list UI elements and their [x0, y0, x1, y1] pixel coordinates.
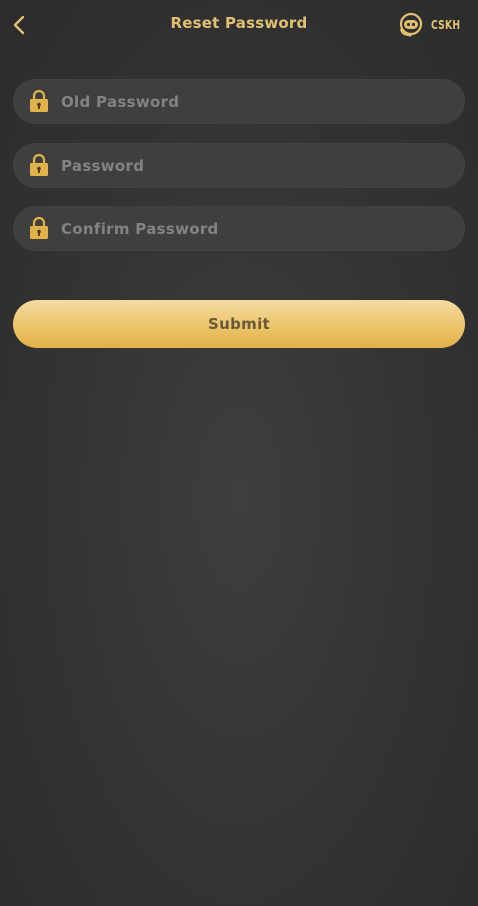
- old-password-field[interactable]: [13, 79, 465, 124]
- confirm-password-input[interactable]: [59, 206, 449, 251]
- headset-bot-icon: [400, 12, 423, 37]
- lock-icon: [30, 216, 48, 239]
- submit-button[interactable]: Submit: [13, 300, 465, 348]
- old-password-input[interactable]: [59, 79, 449, 124]
- support-label: CSKH: [431, 18, 461, 32]
- lock-icon: [30, 89, 48, 112]
- header-bar: Reset Password CSKH: [0, 0, 478, 50]
- customer-support-button[interactable]: CSKH: [397, 11, 466, 39]
- lock-icon: [30, 153, 48, 176]
- new-password-input[interactable]: [59, 143, 449, 188]
- new-password-field[interactable]: [13, 143, 465, 188]
- confirm-password-field[interactable]: [13, 206, 465, 251]
